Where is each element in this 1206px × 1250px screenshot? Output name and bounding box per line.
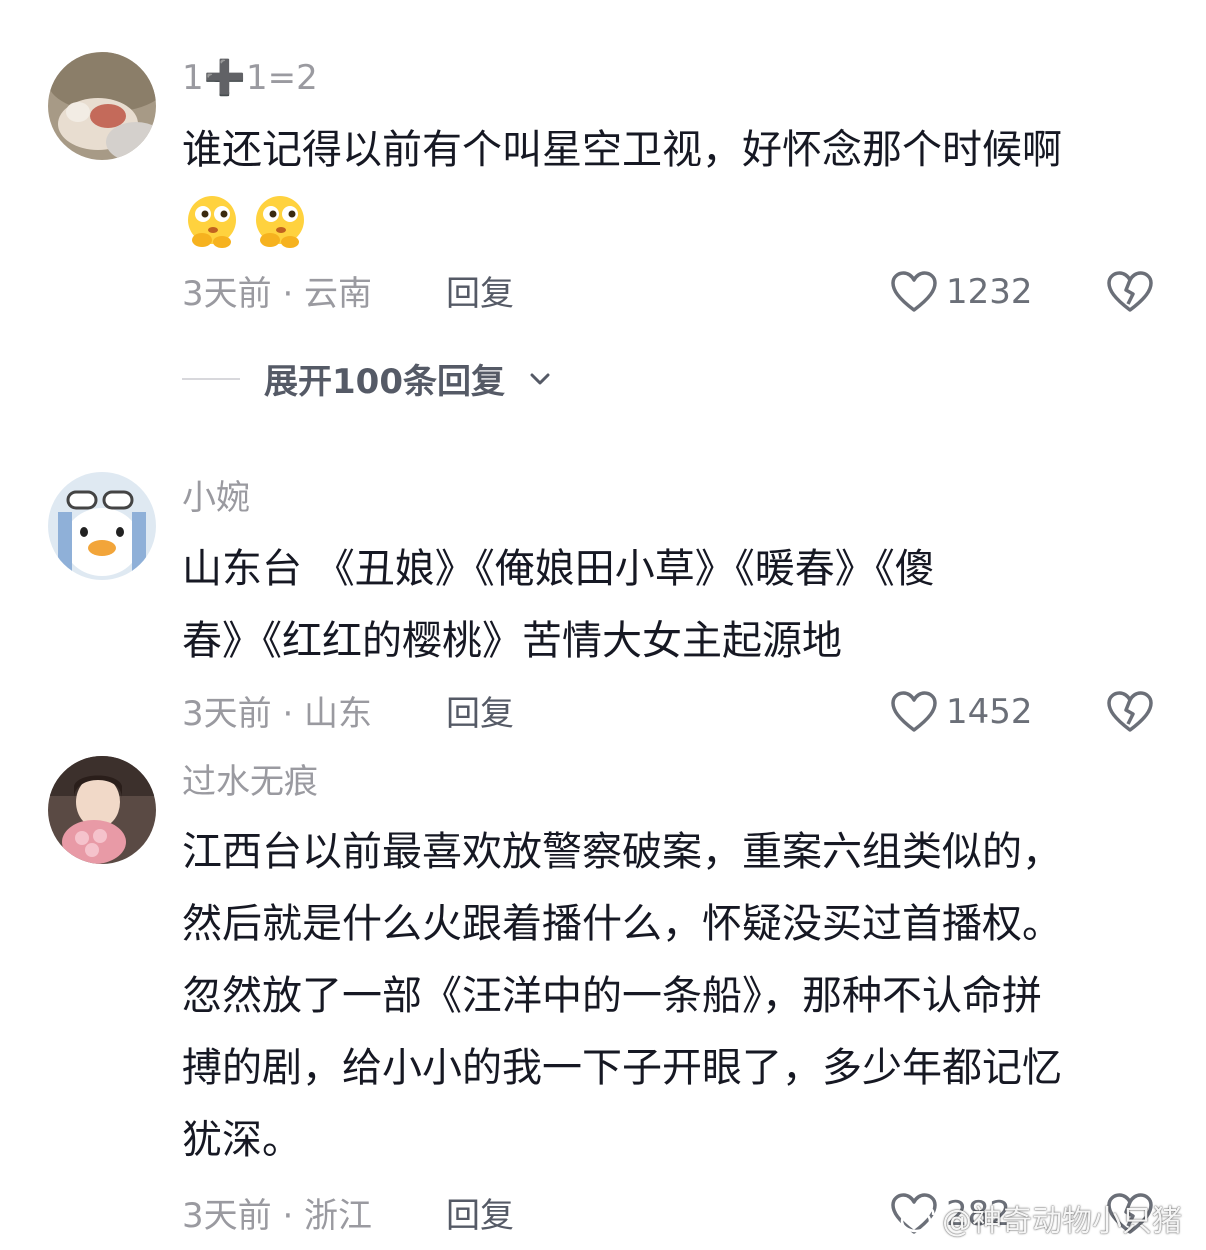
cat-avatar-image — [48, 52, 156, 160]
comment-item: 1➕1=2 谁还记得以前有个叫星空卫视，好怀念那个时候啊 3天前 · 云南 回复… — [0, 0, 1206, 420]
heart-icon — [891, 271, 937, 312]
comment-meta: 3天前 · 山东 — [182, 694, 373, 734]
like-button[interactable]: 1452 — [890, 690, 1033, 734]
divider — [182, 377, 240, 380]
comment-text: 江西台以前最喜欢放警察破案，重案六组类似的， 然后就是什么火跟着播什么，怀疑没买… — [182, 816, 1162, 1176]
thinking-face-emoji — [188, 196, 236, 248]
avatar[interactable] — [48, 472, 156, 580]
like-button[interactable]: 1232 — [890, 270, 1033, 314]
username[interactable]: 小婉 — [182, 478, 250, 518]
comment-line: 江西台以前最喜欢放警察破案，重案六组类似的， — [182, 829, 1062, 875]
username[interactable]: 1➕1=2 — [182, 58, 318, 98]
expand-replies-button[interactable]: 展开100条回复 — [182, 354, 551, 403]
username-part: 1 — [182, 58, 204, 98]
comment-line: 春》《红红的樱桃》苦情大女主起源地 — [182, 618, 842, 664]
comment-line: 忽然放了一部《汪洋中的一条船》，那种不认命拼 — [182, 973, 1042, 1019]
thinking-face-emoji — [256, 196, 304, 248]
girl-avatar-image — [48, 756, 156, 864]
reply-button[interactable]: 回复 — [446, 274, 514, 314]
plus-emoji: ➕ — [203, 58, 246, 98]
comment-line: 然后就是什么火跟着播什么，怀疑没买过首播权。 — [182, 901, 1062, 947]
like-count: 1232 — [946, 272, 1033, 312]
avatar[interactable] — [48, 756, 156, 864]
heart-icon — [891, 691, 937, 732]
emoji-row — [182, 192, 310, 252]
comment-text: 山东台 《丑娘》《俺娘田小草》《暖春》《傻 春》《红红的樱桃》苦情大女主起源地 — [182, 533, 1162, 677]
dislike-button[interactable] — [1106, 690, 1154, 738]
weibo-logo-icon — [900, 1205, 935, 1233]
expand-replies-label: 展开100条回复 — [264, 362, 505, 402]
chevron-down-icon — [530, 373, 550, 384]
dislike-button[interactable] — [1106, 270, 1154, 318]
like-count: 1452 — [946, 692, 1033, 732]
comment-line: 谁还记得以前有个叫星空卫视，好怀念那个时候啊 — [182, 127, 1062, 173]
reply-button[interactable]: 回复 — [446, 1196, 514, 1236]
comment-line: 山东台 《丑娘》《俺娘田小草》《暖春》《傻 — [182, 546, 935, 592]
reply-button[interactable]: 回复 — [446, 694, 514, 734]
comment-text: 谁还记得以前有个叫星空卫视，好怀念那个时候啊 — [182, 114, 1162, 186]
username-part: 1=2 — [245, 58, 318, 98]
comment-line: 搏的剧，给小小的我一下子开眼了，多少年都记忆 — [182, 1045, 1062, 1091]
comment-meta: 3天前 · 浙江 — [182, 1196, 373, 1236]
broken-heart-icon — [1107, 271, 1153, 312]
watermark: @神奇动物小只猪 — [900, 1196, 1182, 1240]
watermark-text: @神奇动物小只猪 — [942, 1204, 1182, 1239]
broken-heart-icon — [1107, 691, 1153, 732]
comment-meta: 3天前 · 云南 — [182, 274, 373, 314]
comment-line: 犹深。 — [182, 1117, 302, 1163]
avatar[interactable] — [48, 52, 156, 160]
duck-avatar-image — [48, 472, 156, 580]
username[interactable]: 过水无痕 — [182, 762, 318, 802]
